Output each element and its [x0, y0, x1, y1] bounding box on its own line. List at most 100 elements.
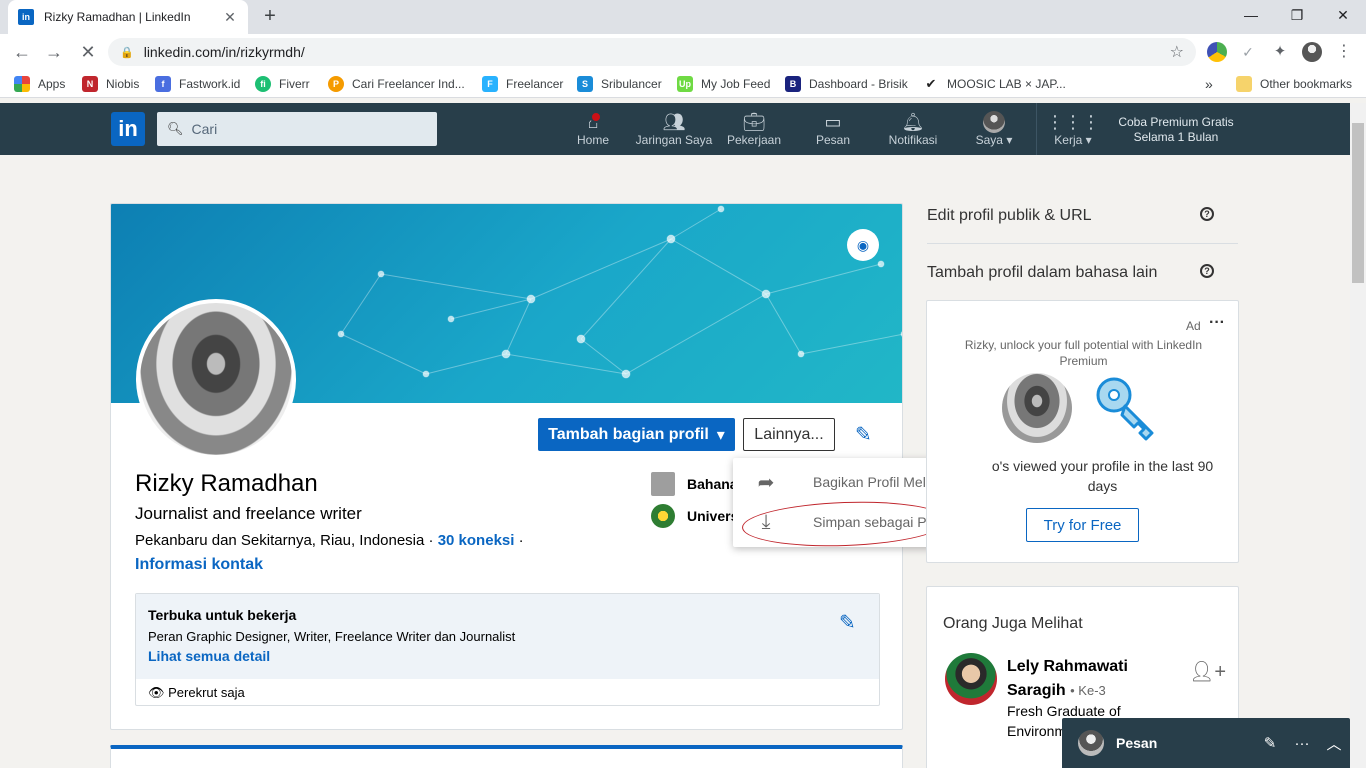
- search-input[interactable]: 🔍︎ Cari: [157, 112, 437, 146]
- linkedin-favicon-icon: in: [18, 9, 34, 25]
- nav-messages[interactable]: ▭ Pesan: [808, 111, 858, 151]
- camera-icon[interactable]: ◉: [847, 229, 879, 261]
- separator-dot: ·: [428, 532, 438, 549]
- fiverr-icon: fi: [255, 76, 271, 92]
- bookmarks-overflow-button[interactable]: »: [1205, 75, 1213, 93]
- nav-home[interactable]: ⌂ Home: [572, 111, 614, 151]
- profile-location: Pekanbaru dan Sekitarnya, Riau, Indonesi…: [135, 532, 425, 549]
- open-to-work-title: Terbuka untuk bekerja: [148, 607, 297, 623]
- messaging-bar[interactable]: Pesan ✎ ··· ︿: [1062, 718, 1350, 768]
- help-icon[interactable]: ?: [1200, 207, 1214, 221]
- search-placeholder: Cari: [191, 121, 218, 137]
- nav-jobs[interactable]: 💼︎ Pekerjaan: [724, 111, 784, 151]
- messaging-label: Pesan: [1116, 735, 1158, 751]
- back-button[interactable]: ←: [10, 40, 34, 64]
- connections-link[interactable]: 30 koneksi: [438, 532, 515, 549]
- bookmark-label: Apps: [38, 77, 66, 91]
- nav-label: Jaringan Saya: [635, 133, 713, 147]
- edit-pencil-icon[interactable]: ✎: [855, 422, 872, 447]
- open-to-work-box: Terbuka untuk bekerja Peran Graphic Desi…: [135, 593, 880, 706]
- nav-work-label: Kerja: [1054, 133, 1083, 147]
- other-bookmarks[interactable]: Other bookmarks: [1236, 75, 1352, 93]
- new-tab-button[interactable]: +: [258, 5, 282, 29]
- visibility-row: 👁︎ Perekrut saja: [148, 685, 245, 701]
- linkedin-nav: in 🔍︎ Cari ⌂ Home 👥︎ Jaringan Saya 💼︎ Pe…: [0, 103, 1350, 155]
- avatar: [983, 111, 1005, 133]
- network-icon: 👥︎: [662, 112, 686, 132]
- contact-info-link[interactable]: Informasi kontak: [135, 556, 263, 574]
- close-tab-icon[interactable]: ✕: [222, 9, 238, 26]
- edit-public-profile-link[interactable]: Edit profil publik & URL: [927, 207, 1092, 225]
- bookmark-niobis[interactable]: N Niobis: [82, 75, 139, 93]
- apps-grid-icon: ⋮⋮⋮: [1046, 112, 1100, 132]
- bookmark-brisik[interactable]: B Dashboard - Brisik: [785, 75, 908, 93]
- profile-photo[interactable]: [136, 299, 296, 459]
- nav-notifications[interactable]: 🔔︎ Notifikasi: [882, 111, 944, 151]
- education-label: Bahana: [687, 476, 738, 492]
- address-bar[interactable]: 🔒 linkedin.com/in/rizkyrmdh/ ☆: [108, 38, 1196, 66]
- bookmark-sribulancer[interactable]: S Sribulancer: [577, 75, 662, 93]
- help-icon[interactable]: ?: [1200, 264, 1214, 278]
- projects-icon: P: [328, 76, 344, 92]
- bookmark-label: Niobis: [106, 77, 140, 91]
- more-options-icon[interactable]: ···: [1209, 314, 1225, 332]
- try-for-free-button[interactable]: Try for Free: [1026, 508, 1139, 542]
- nav-work[interactable]: ⋮⋮⋮ Kerja ▾: [1046, 111, 1100, 151]
- upwork-icon: Up: [677, 76, 693, 92]
- chevron-down-icon: ▾: [1006, 133, 1013, 147]
- bookmark-my-job-feed[interactable]: Up My Job Feed: [677, 75, 770, 93]
- separator-dot: ·: [518, 532, 524, 549]
- nav-me[interactable]: Saya ▾: [964, 111, 1024, 151]
- compose-icon[interactable]: ✎: [1254, 734, 1286, 752]
- person-avatar[interactable]: [945, 653, 997, 705]
- notification-dot: [590, 111, 602, 123]
- chevron-down-icon: ▾: [716, 426, 725, 444]
- nav-network[interactable]: 👥︎ Jaringan Saya: [634, 111, 714, 151]
- bookmark-label: Fiverr: [279, 77, 310, 91]
- more-button[interactable]: Lainnya...: [743, 418, 835, 451]
- eye-icon: 👁︎: [148, 685, 165, 700]
- chrome-menu-icon[interactable]: ⋮: [1334, 42, 1354, 62]
- see-all-details-link[interactable]: Lihat semua detail: [148, 648, 867, 664]
- chevron-up-icon[interactable]: ︿: [1318, 733, 1350, 754]
- bookmark-cari-freelancer[interactable]: P Cari Freelancer Ind...: [328, 75, 465, 93]
- extension-check-icon[interactable]: ✓: [1238, 42, 1258, 62]
- bookmark-apps[interactable]: Apps: [14, 75, 65, 93]
- sidebar-divider: [927, 243, 1238, 244]
- premium-trial-link[interactable]: Coba Premium Gratis Selama 1 Bulan: [1110, 115, 1242, 145]
- browser-tab[interactable]: in Rizky Ramadhan | LinkedIn ✕: [8, 0, 248, 34]
- visibility-label: Perekrut saja: [168, 685, 245, 700]
- page-scrollbar[interactable]: [1350, 103, 1366, 768]
- edit-open-to-work-icon[interactable]: ✎: [839, 610, 856, 635]
- person-name: Lely Rahmawati Saragih: [1007, 658, 1128, 699]
- bookmark-fastwork[interactable]: f Fastwork.id: [155, 75, 240, 93]
- bookmark-star-icon[interactable]: ☆: [1170, 42, 1184, 62]
- restore-button[interactable]: ❐: [1274, 0, 1320, 30]
- extension-globe-icon[interactable]: [1207, 42, 1227, 62]
- bookmark-moosic-lab[interactable]: ✔ MOOSIC LAB × JAP...: [923, 75, 1066, 93]
- minimize-button[interactable]: —: [1228, 0, 1274, 30]
- add-profile-section-button[interactable]: Tambah bagian profil ▾: [538, 418, 735, 451]
- extensions-puzzle-icon[interactable]: ✦: [1270, 42, 1290, 62]
- bookmark-label: Cari Freelancer Ind...: [352, 77, 465, 91]
- nav-label: Home: [576, 133, 609, 147]
- ad-viewed-text: o's viewed your profile in the last 90 d…: [991, 458, 1214, 494]
- linkedin-logo[interactable]: in: [111, 112, 145, 146]
- bookmark-freelancer[interactable]: F Freelancer: [482, 75, 563, 93]
- forward-button[interactable]: →: [42, 40, 66, 64]
- bookmark-fiverr[interactable]: fi Fiverr: [255, 75, 310, 93]
- stop-loading-button[interactable]: ✕: [76, 40, 100, 64]
- education-item[interactable]: Univers: [651, 504, 738, 528]
- premium-ad-card: Ad ··· Rizky, unlock your full potential…: [926, 300, 1239, 563]
- browser-toolbar: ← → ✕ 🔒 linkedin.com/in/rizkyrmdh/ ☆ ✓ ✦…: [0, 34, 1366, 70]
- search-icon: 🔍︎: [167, 121, 184, 136]
- profile-avatar[interactable]: [1302, 42, 1322, 62]
- add-language-profile-link[interactable]: Tambah profil dalam bahasa lain: [927, 264, 1157, 282]
- person-name-line[interactable]: Lely Rahmawati Saragih • Ke-3: [1007, 655, 1167, 703]
- more-options-icon[interactable]: ···: [1286, 735, 1318, 752]
- nav-label: Kerja ▾: [1046, 133, 1100, 147]
- connect-person-icon[interactable]: 👤︎+: [1189, 659, 1226, 684]
- scrollbar-thumb[interactable]: [1352, 123, 1364, 283]
- education-item[interactable]: Bahana: [651, 472, 738, 496]
- close-window-button[interactable]: ✕: [1320, 0, 1366, 30]
